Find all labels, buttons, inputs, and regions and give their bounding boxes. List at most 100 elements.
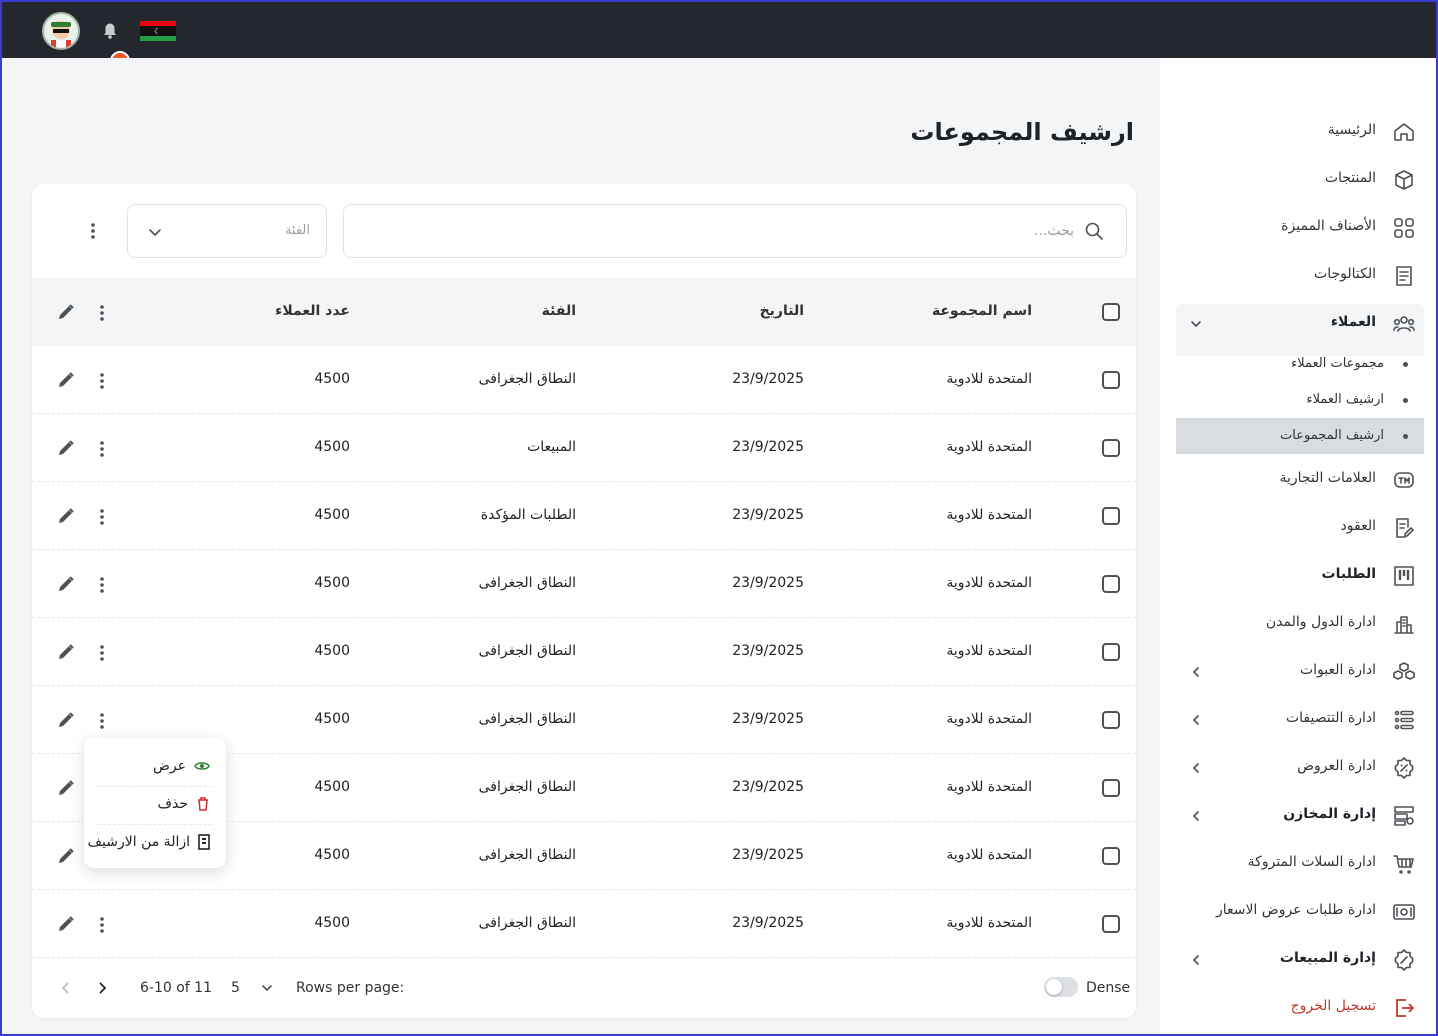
sidebar-subitem-label: مجموعات العملاء xyxy=(1291,356,1384,371)
header-count[interactable]: عدد العملاء xyxy=(275,303,350,319)
cell-category: النطاق الجغرافى xyxy=(478,643,576,659)
libya-flag-icon[interactable]: ☾ xyxy=(140,21,176,41)
sidebar-item-customers[interactable]: العملاء xyxy=(1176,300,1424,348)
header-category[interactable]: الفئة xyxy=(542,303,576,319)
more-vertical-icon[interactable] xyxy=(94,914,110,936)
sidebar-subitem-customer-groups[interactable]: مجموعات العملاء xyxy=(1176,346,1424,382)
sidebar-item-label: ادارة العبوات xyxy=(1300,662,1376,678)
edit-icon[interactable] xyxy=(56,370,76,390)
more-vertical-icon[interactable] xyxy=(94,506,110,528)
sidebar-item-home[interactable]: الرئيسية xyxy=(1176,108,1424,156)
chevron-left-icon[interactable] xyxy=(58,980,74,996)
edit-icon[interactable] xyxy=(56,438,76,458)
header-name[interactable]: اسم المجموعة xyxy=(932,303,1032,319)
cell-group-name: المتحدة للادوية xyxy=(946,371,1032,387)
row-checkbox[interactable] xyxy=(1102,507,1120,525)
more-vertical-icon[interactable] xyxy=(94,574,110,596)
cell-group-name: المتحدة للادوية xyxy=(946,915,1032,931)
sidebar-item-abandoned-carts[interactable]: ادارة السلات المتروكة xyxy=(1176,840,1424,888)
more-vertical-icon[interactable] xyxy=(84,220,102,242)
sidebar-item-logout[interactable]: تسجيل الخروج xyxy=(1176,984,1424,1032)
row-checkbox[interactable] xyxy=(1102,779,1120,797)
edit-icon[interactable] xyxy=(56,710,76,730)
more-vertical-icon[interactable] xyxy=(94,370,110,392)
edit-icon[interactable] xyxy=(56,914,76,934)
sidebar-item-label: ادارة التتصيفات xyxy=(1285,710,1376,726)
menu-unarchive-label: ازالة من الارشيف xyxy=(87,834,190,850)
sidebar-item-classifications[interactable]: ادارة التتصيفات xyxy=(1176,696,1424,744)
sidebar-item-orders[interactable]: الطلبات xyxy=(1176,552,1424,600)
pagination-range: 6-10 of 11 xyxy=(140,980,212,996)
more-vertical-icon[interactable] xyxy=(94,302,110,324)
cell-group-name: المتحدة للادوية xyxy=(946,575,1032,591)
select-all-checkbox[interactable] xyxy=(1102,303,1120,321)
sidebar-item-products[interactable]: المنتجات xyxy=(1176,156,1424,204)
edit-icon[interactable] xyxy=(56,846,76,866)
rows-per-page-select[interactable]: 5 xyxy=(231,980,240,996)
sidebar-item-label: تسجيل الخروج xyxy=(1290,998,1376,1014)
search-input[interactable]: بحث... xyxy=(343,204,1127,258)
warehouse-icon xyxy=(1394,806,1414,826)
more-vertical-icon[interactable] xyxy=(94,438,110,460)
cell-date: 23/9/2025 xyxy=(732,779,804,795)
money-icon xyxy=(1393,904,1415,920)
sidebar-item-catalogs[interactable]: الكتالوجات xyxy=(1176,252,1424,300)
row-checkbox[interactable] xyxy=(1102,711,1120,729)
chevron-right-icon[interactable] xyxy=(94,980,110,996)
row-action-menu: عرض حذف ازالة من الارشيف xyxy=(84,738,226,868)
row-checkbox[interactable] xyxy=(1102,847,1120,865)
category-select[interactable]: الفئة xyxy=(127,204,327,258)
bullet-icon xyxy=(1403,434,1408,439)
bell-icon[interactable] xyxy=(98,18,122,42)
table-row[interactable]: المتحدة للادوية 23/9/2025 المبيعات 4500 xyxy=(32,414,1136,482)
more-vertical-icon[interactable] xyxy=(94,642,110,664)
edit-icon[interactable] xyxy=(56,574,76,594)
bullet-icon xyxy=(1403,362,1408,367)
sidebar-item-label: العقود xyxy=(1340,518,1376,534)
home-icon xyxy=(1394,123,1414,141)
table-row[interactable]: المتحدة للادوية 23/9/2025 النطاق الجغراف… xyxy=(32,346,1136,414)
menu-item-view[interactable]: عرض xyxy=(153,758,210,774)
dense-toggle[interactable] xyxy=(1044,977,1078,997)
sidebar-item-contracts[interactable]: العقود xyxy=(1176,504,1424,552)
edit-icon[interactable] xyxy=(56,778,76,798)
sidebar-item-packages[interactable]: ادارة العبوات xyxy=(1176,648,1424,696)
header-date[interactable]: التاريخ xyxy=(760,303,804,319)
sidebar-item-price-quotes[interactable]: ادارة طلبات عروض الاسعار xyxy=(1176,888,1424,936)
table-row[interactable]: المتحدة للادوية 23/9/2025 النطاق الجغراف… xyxy=(32,890,1136,958)
more-vertical-icon[interactable] xyxy=(94,710,110,732)
row-checkbox[interactable] xyxy=(1102,371,1120,389)
cell-group-name: المتحدة للادوية xyxy=(946,507,1032,523)
row-checkbox[interactable] xyxy=(1102,575,1120,593)
sidebar-subitem-groups-archive[interactable]: ارشيف المجموعات xyxy=(1176,418,1424,454)
cell-count: 4500 xyxy=(314,575,350,591)
sidebar-item-warehouses[interactable]: إدارة المخازن xyxy=(1176,792,1424,840)
cell-category: الطلبات المؤكدة xyxy=(480,507,576,523)
table-row[interactable]: المتحدة للادوية 23/9/2025 النطاق الجغراف… xyxy=(32,550,1136,618)
chevron-left-icon xyxy=(1193,763,1199,773)
cell-category: النطاق الجغرافى xyxy=(478,711,576,727)
row-checkbox[interactable] xyxy=(1102,915,1120,933)
edit-icon[interactable] xyxy=(56,302,76,322)
sidebar-item-featured[interactable]: الأصناف المميزة xyxy=(1176,204,1424,252)
edit-icon[interactable] xyxy=(56,642,76,662)
avatar[interactable] xyxy=(42,12,80,50)
search-icon xyxy=(1085,222,1103,240)
cell-date: 23/9/2025 xyxy=(732,915,804,931)
cell-date: 23/9/2025 xyxy=(732,371,804,387)
row-checkbox[interactable] xyxy=(1102,439,1120,457)
menu-item-delete[interactable]: حذف xyxy=(157,796,210,812)
chevron-down-icon xyxy=(1191,321,1201,327)
table-row[interactable]: المتحدة للادوية 23/9/2025 الطلبات المؤكد… xyxy=(32,482,1136,550)
sidebar-item-trademarks[interactable]: العلامات التجارية xyxy=(1176,456,1424,504)
chevron-down-icon[interactable] xyxy=(260,981,274,995)
menu-item-unarchive[interactable]: ازالة من الارشيف xyxy=(88,834,210,850)
row-checkbox[interactable] xyxy=(1102,643,1120,661)
edit-icon[interactable] xyxy=(56,506,76,526)
sidebar-item-countries-cities[interactable]: ادارة الدول والمدن xyxy=(1176,600,1424,648)
sidebar-item-offers[interactable]: ادارة العروض xyxy=(1176,744,1424,792)
table-row[interactable]: المتحدة للادوية 23/9/2025 النطاق الجغراف… xyxy=(32,618,1136,686)
cell-date: 23/9/2025 xyxy=(732,643,804,659)
sidebar-subitem-customers-archive[interactable]: ارشيف العملاء xyxy=(1176,382,1424,418)
sidebar-item-sales[interactable]: إدارة المبيعات xyxy=(1176,936,1424,984)
